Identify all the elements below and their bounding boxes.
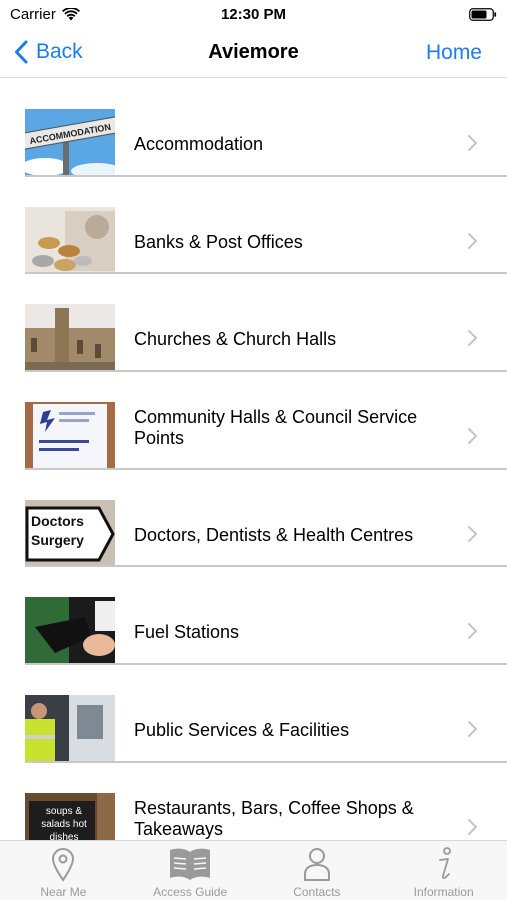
list-item-label: Fuel Stations [134,622,240,643]
doctors-thumbnail: Doctors Surgery [25,499,115,567]
battery-icon [469,8,497,21]
restaurant-sign-text: soups & salads hot dishes [41,805,87,840]
status-bar: Carrier 12:30 PM [0,0,507,30]
tab-label: Near Me [40,885,87,899]
info-icon [438,847,451,879]
churches-thumbnail [25,304,115,372]
location-pin-icon [52,848,75,882]
home-button[interactable]: Home [426,41,482,65]
chevron-right-icon [468,135,478,151]
tab-information[interactable]: Information [380,841,507,900]
category-list: ACCOMMODATION Accommodation Banks & Post… [0,79,507,840]
chevron-right-icon [468,232,478,249]
tab-access-guide[interactable]: Access Guide [127,841,254,900]
list-item-fuel[interactable]: Fuel Stations [0,567,507,665]
chevron-right-icon [468,525,478,542]
accommodation-thumbnail: ACCOMMODATION [25,109,115,176]
community-halls-thumbnail [25,402,115,470]
list-item-label: Public Services & Facilities [134,720,350,741]
list-item-label: Community Halls & Council Service Points [134,407,418,449]
chevron-right-icon [468,428,478,445]
list-item-label: Banks & Post Offices [134,231,303,252]
restaurants-thumbnail: soups & salads hot dishes [25,792,115,840]
fuel-thumbnail [25,597,115,665]
public-services-thumbnail [25,695,115,763]
chevron-right-icon [468,721,478,738]
list-item-public-services[interactable]: Public Services & Facilities [0,665,507,763]
chevron-right-icon [468,330,478,347]
list-item-label: Churches & Church Halls [134,329,337,350]
list-item-label: Restaurants, Bars, Coffee Shops & Takeaw… [134,797,414,839]
list-item-doctors[interactable]: Doctors Surgery Doctors, Dentists & Heal… [0,470,507,568]
list-item-label: Accommodation [134,134,264,154]
banks-thumbnail [25,206,115,274]
navigation-bar: Back Aviemore Home [0,30,507,78]
chevron-right-icon [468,623,478,640]
tab-bar: Near Me Access Guide Contacts Informatio… [0,840,507,900]
person-icon [303,848,330,881]
tab-label: Information [413,885,474,899]
doctors-sign-text: Doctors Surgery [31,512,84,548]
list-item-restaurants[interactable]: soups & salads hot dishes Restaurants, B… [0,763,507,840]
list-item-label: Doctors, Dentists & Health Centres [134,524,414,545]
list-item-community-halls[interactable]: Community Halls & Council Service Points [0,372,507,470]
list-item-accommodation[interactable]: ACCOMMODATION Accommodation [0,79,507,177]
tab-label: Contacts [293,885,341,899]
tab-near-me[interactable]: Near Me [0,841,127,900]
list-item-churches[interactable]: Churches & Church Halls [0,274,507,372]
book-icon [170,848,211,880]
list-item-banks[interactable]: Banks & Post Offices [0,177,507,275]
tab-label: Access Guide [153,885,228,899]
status-time: 12:30 PM [220,6,287,23]
tab-contacts[interactable]: Contacts [254,841,381,900]
chevron-right-icon [468,818,478,835]
